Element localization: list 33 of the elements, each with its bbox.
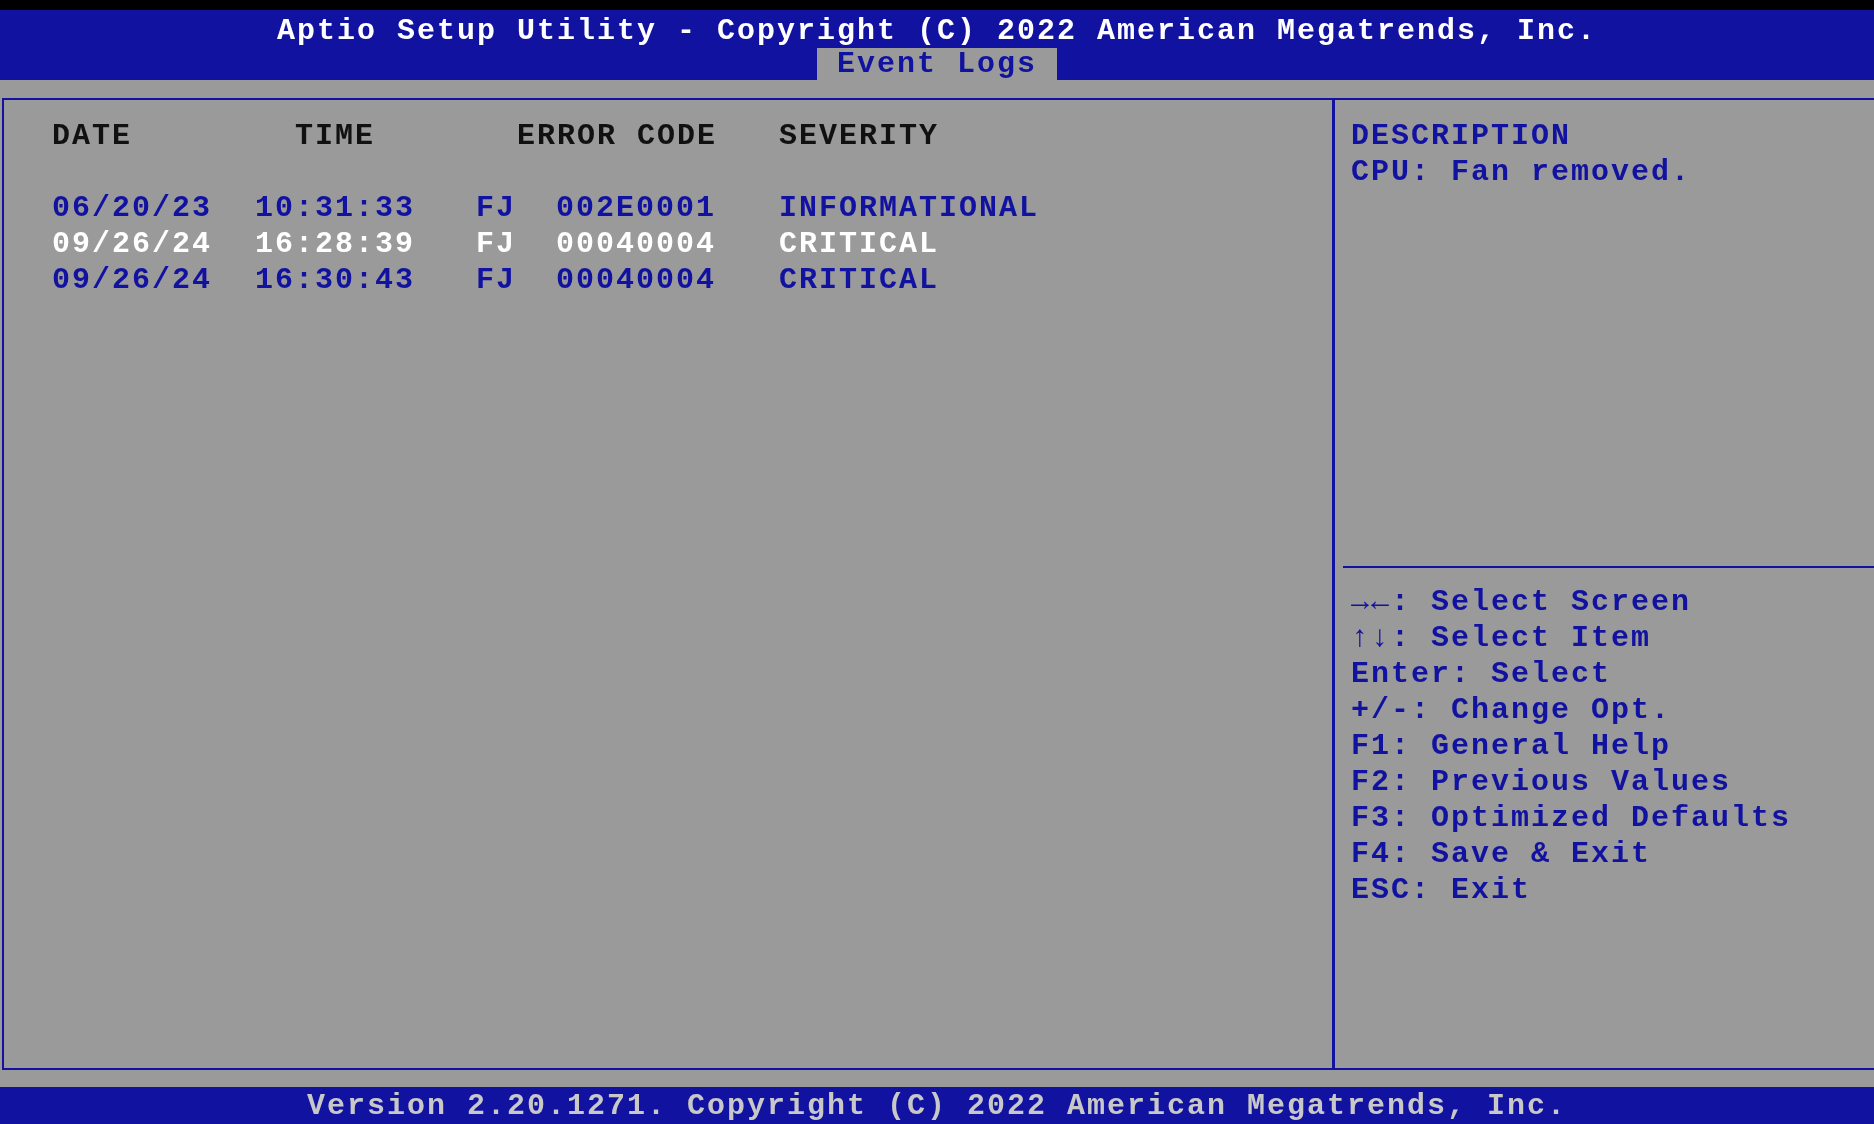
help-line: ESC: Exit (1351, 872, 1532, 908)
column-header: TIME (295, 118, 375, 154)
description-heading: DESCRIPTION (1351, 118, 1572, 154)
table-cell[interactable]: 002E0001 (556, 190, 717, 226)
help-line: +/-: Change Opt. (1351, 692, 1672, 728)
table-cell[interactable]: CRITICAL (779, 262, 940, 298)
version-text: Version 2.20.1271. Copyright (C) 2022 American Megatrends, Inc. (306, 1088, 1568, 1123)
table-cell[interactable]: FJ (476, 226, 516, 262)
table-cell[interactable]: FJ (476, 262, 516, 298)
help-line: ↑↓: Select Item (1351, 620, 1652, 656)
table-cell[interactable]: 06/20/23 (52, 190, 213, 226)
description-text: CPU: Fan removed. (1351, 154, 1692, 190)
help-line: F3: Optimized Defaults (1351, 800, 1792, 836)
table-cell[interactable]: 00040004 (556, 226, 717, 262)
help-line: →←: Select Screen (1351, 584, 1692, 620)
table-cell[interactable]: 16:28:39 (255, 226, 416, 262)
help-line: F2: Previous Values (1351, 764, 1732, 800)
table-cell[interactable]: CRITICAL (779, 226, 940, 262)
column-header: DATE (52, 118, 132, 154)
table-cell[interactable]: INFORMATIONAL (779, 190, 1040, 226)
table-cell[interactable]: 09/26/24 (52, 262, 213, 298)
table-cell[interactable]: FJ (476, 190, 516, 226)
help-line: F4: Save & Exit (1351, 836, 1652, 872)
table-cell[interactable]: 16:30:43 (255, 262, 416, 298)
table-cell[interactable]: 00040004 (556, 262, 717, 298)
tab[interactable]: Event Logs (817, 48, 1057, 80)
column-header: ERROR CODE (517, 118, 718, 154)
window-title: Aptio Setup Utility - Copyright (C) 2022 American Megatrends, Inc. (276, 14, 1598, 48)
help-line: Enter: Select (1351, 656, 1612, 692)
column-header: SEVERITY (779, 118, 940, 154)
help-line: F1: General Help (1351, 728, 1672, 764)
table-cell[interactable]: 09/26/24 (52, 226, 213, 262)
table-cell[interactable]: 10:31:33 (255, 190, 416, 226)
